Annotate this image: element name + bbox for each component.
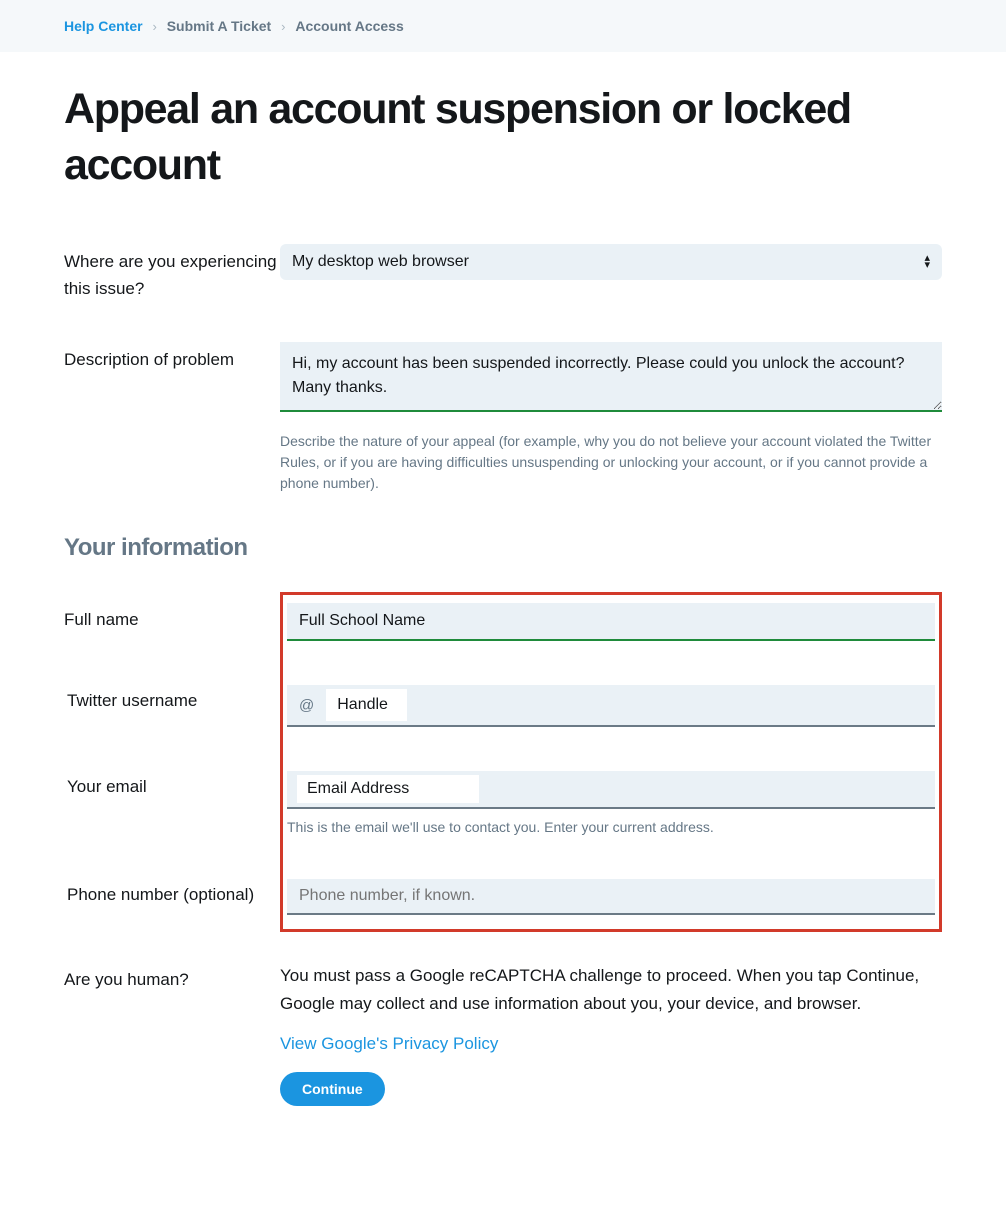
chevron-right-icon: › [152,19,156,34]
email-help: This is the email we'll use to contact y… [287,819,935,835]
select-caret-icon: ▴▾ [924,255,930,269]
privacy-policy-link[interactable]: View Google's Privacy Policy [280,1034,942,1054]
issue-location-select[interactable]: My desktop web browser ▴▾ [280,244,942,280]
full-name-input[interactable] [287,603,935,641]
captcha-text: You must pass a Google reCAPTCHA challen… [280,962,942,1018]
issue-location-label: Where are you experiencing this issue? [64,244,280,302]
full-name-label: Full name [64,592,280,633]
chevron-right-icon: › [281,19,285,34]
your-information-heading: Your information [64,534,942,562]
email-value[interactable]: Email Address [297,775,479,803]
username-label: Twitter username [67,691,283,711]
username-value[interactable]: Handle [326,689,407,721]
captcha-label: Are you human? [64,962,280,993]
breadcrumb-submit-ticket[interactable]: Submit A Ticket [167,18,272,34]
breadcrumb: Help Center › Submit A Ticket › Account … [0,0,1006,52]
continue-button[interactable]: Continue [280,1072,385,1106]
phone-input[interactable] [287,879,935,915]
description-textarea[interactable] [280,342,942,412]
issue-location-value: My desktop web browser [292,253,469,270]
email-input[interactable]: Email Address [287,771,935,809]
breadcrumb-account-access: Account Access [295,18,403,34]
info-highlight-box: Twitter username @ Handle Your email Ema… [280,592,942,932]
description-label: Description of problem [64,342,280,373]
breadcrumb-help-center[interactable]: Help Center [64,18,143,34]
page-title: Appeal an account suspension or locked a… [64,82,942,194]
phone-label: Phone number (optional) [67,885,283,905]
description-help: Describe the nature of your appeal (for … [280,431,942,494]
username-input-group[interactable]: @ Handle [287,685,935,727]
email-label: Your email [67,777,283,797]
at-symbol: @ [287,688,326,723]
